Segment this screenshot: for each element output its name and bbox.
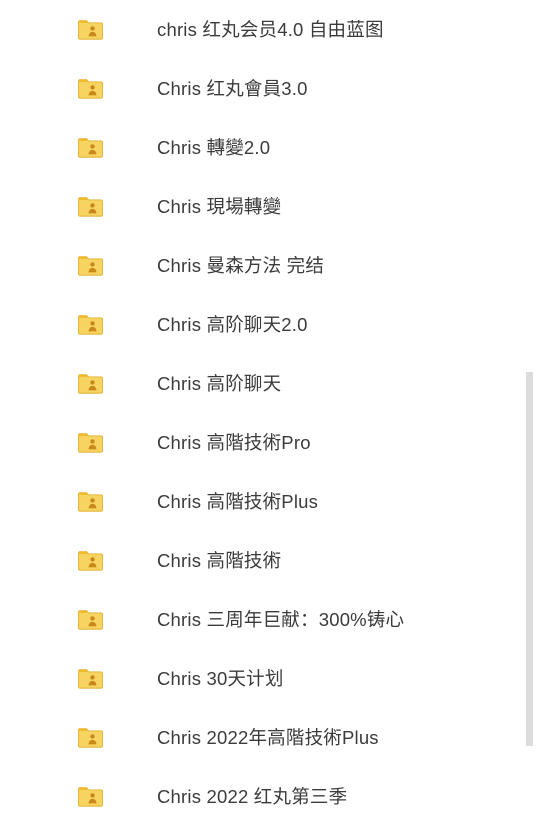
icon-cell <box>0 19 103 40</box>
list-item[interactable]: Chris 曼森方法 完结 <box>0 236 536 295</box>
list-item[interactable]: Chris 高阶聊天2.0 <box>0 295 536 354</box>
list-item[interactable]: chris 红丸会员4.0 自由蓝图 <box>0 0 536 59</box>
list-item-label: Chris 红丸會員3.0 <box>157 77 308 99</box>
list-item[interactable]: Chris 三周年巨献：300%铸心 <box>0 590 536 649</box>
icon-cell <box>0 668 103 689</box>
shared-folder-icon <box>78 374 103 394</box>
icon-cell <box>0 727 103 748</box>
list-item[interactable]: Chris 現場轉變 <box>0 177 536 236</box>
list-item[interactable]: Chris 2022 红丸第三季 <box>0 767 536 826</box>
list-item-label: Chris 現場轉變 <box>157 195 282 217</box>
shared-folder-icon <box>78 197 103 217</box>
shared-folder-icon <box>78 551 103 571</box>
icon-cell <box>0 432 103 453</box>
list-item-label: Chris 高階技術 <box>157 549 282 571</box>
icon-cell <box>0 137 103 158</box>
list-item-label: Chris 2022年高階技術Plus <box>157 726 379 748</box>
icon-cell <box>0 314 103 335</box>
icon-cell <box>0 550 103 571</box>
list-item-label: Chris 曼森方法 完结 <box>157 254 325 276</box>
list-item[interactable]: Chris 30天计划 <box>0 649 536 708</box>
shared-folder-icon <box>78 79 103 99</box>
list-item[interactable]: Chris 红丸會員3.0 <box>0 59 536 118</box>
list-item-label: Chris 三周年巨献：300%铸心 <box>157 608 405 630</box>
folder-list[interactable]: chris 红丸会员4.0 自由蓝图 Chris 红丸會員3.0 Chris 轉… <box>0 0 536 826</box>
list-item-label: Chris 高階技術Plus <box>157 490 319 512</box>
list-item-label: Chris 轉變2.0 <box>157 136 271 158</box>
list-item-label: Chris 高阶聊天2.0 <box>157 313 308 335</box>
shared-folder-icon <box>78 256 103 276</box>
list-item-label: chris 红丸会员4.0 自由蓝图 <box>157 18 384 40</box>
list-item[interactable]: Chris 高階技術 <box>0 531 536 590</box>
list-item-label: Chris 2022 红丸第三季 <box>157 785 348 807</box>
list-item-label: Chris 30天计划 <box>157 667 284 689</box>
icon-cell <box>0 491 103 512</box>
list-item[interactable]: Chris 高階技術Plus <box>0 472 536 531</box>
vertical-scrollbar-track[interactable] <box>526 0 536 800</box>
icon-cell <box>0 609 103 630</box>
icon-cell <box>0 786 103 807</box>
list-item-label: Chris 高阶聊天 <box>157 372 282 394</box>
shared-folder-icon <box>78 728 103 748</box>
list-item[interactable]: Chris 高階技術Pro <box>0 413 536 472</box>
shared-folder-icon <box>78 492 103 512</box>
vertical-scrollbar-thumb[interactable] <box>526 372 533 746</box>
icon-cell <box>0 373 103 394</box>
shared-folder-icon <box>78 138 103 158</box>
shared-folder-icon <box>78 669 103 689</box>
shared-folder-icon <box>78 610 103 630</box>
icon-cell <box>0 255 103 276</box>
shared-folder-icon <box>78 433 103 453</box>
list-item[interactable]: Chris 轉變2.0 <box>0 118 536 177</box>
icon-cell <box>0 78 103 99</box>
shared-folder-icon <box>78 20 103 40</box>
list-item[interactable]: Chris 高阶聊天 <box>0 354 536 413</box>
shared-folder-icon <box>78 315 103 335</box>
shared-folder-icon <box>78 787 103 807</box>
list-item[interactable]: Chris 2022年高階技術Plus <box>0 708 536 767</box>
list-item-label: Chris 高階技術Pro <box>157 431 311 453</box>
icon-cell <box>0 196 103 217</box>
